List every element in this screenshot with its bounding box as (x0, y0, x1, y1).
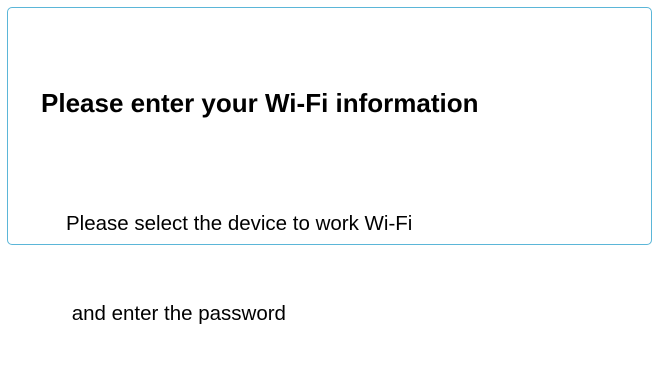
wifi-info-panel: Please enter your Wi-Fi information Plea… (7, 7, 652, 325)
panel-description: Please select the device to work Wi-Fi a… (66, 149, 412, 389)
panel-title: Please enter your Wi-Fi information (41, 88, 479, 118)
description-line-1: Please select the device to work Wi-Fi (66, 212, 413, 235)
description-line-2: and enter the password (66, 302, 286, 325)
